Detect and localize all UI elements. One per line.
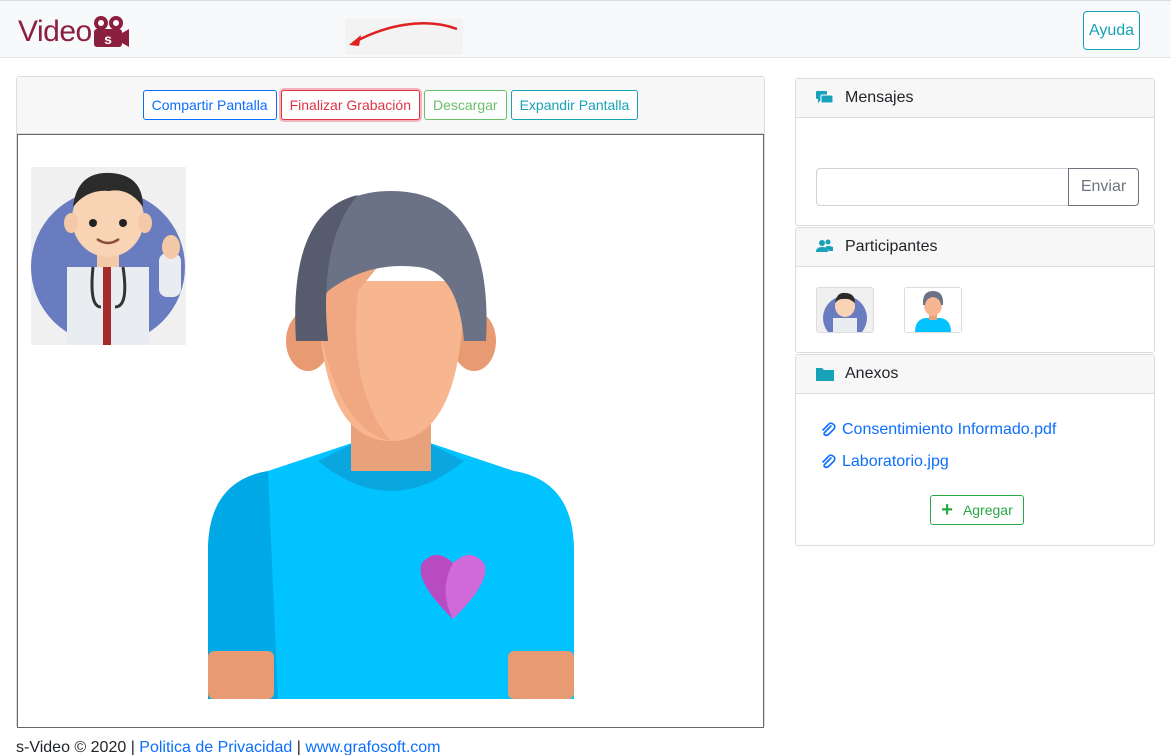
copyright-text: s-Video © 2020 bbox=[16, 739, 127, 755]
folder-icon bbox=[816, 366, 834, 382]
expand-screen-button[interactable]: Expandir Pantalla bbox=[510, 90, 639, 120]
attachments-panel: Anexos Consentimiento Informado.pdf Labo… bbox=[795, 354, 1155, 546]
paperclip-icon bbox=[820, 422, 836, 438]
users-icon bbox=[816, 239, 834, 255]
add-attachment-button[interactable]: + Agregar bbox=[930, 495, 1024, 525]
brand-text: Video bbox=[18, 15, 92, 48]
attachment-name: Laboratorio.jpg bbox=[842, 453, 949, 470]
doctor-avatar-icon bbox=[817, 288, 873, 332]
video-toolbar: Compartir Pantalla Finalizar Grabación D… bbox=[17, 77, 764, 134]
video-camera-icon: s bbox=[93, 16, 129, 47]
participants-header: Participantes bbox=[796, 228, 1154, 267]
paperclip-icon bbox=[820, 454, 836, 470]
message-compose: Enviar bbox=[816, 168, 1139, 206]
privacy-policy-link[interactable]: Politica de Privacidad bbox=[139, 739, 292, 755]
send-button[interactable]: Enviar bbox=[1068, 168, 1139, 206]
page-footer: s-Video © 2020 | Politica de Privacidad … bbox=[16, 739, 440, 755]
remote-video[interactable] bbox=[17, 134, 764, 728]
participants-title: Participantes bbox=[845, 238, 938, 255]
participants-list bbox=[816, 287, 962, 333]
brand-badge: s bbox=[104, 31, 112, 47]
brand-logo[interactable]: Video s bbox=[18, 14, 130, 50]
stop-recording-button[interactable]: Finalizar Grabación bbox=[280, 90, 420, 120]
attachments-header: Anexos bbox=[796, 355, 1154, 394]
website-link[interactable]: www.grafosoft.com bbox=[305, 739, 440, 755]
attachments-title: Anexos bbox=[845, 365, 899, 382]
messages-title: Mensajes bbox=[845, 89, 914, 106]
footer-separator: | bbox=[130, 739, 135, 755]
share-screen-button[interactable]: Compartir Pantalla bbox=[142, 90, 277, 120]
patient-avatar-icon bbox=[905, 288, 961, 332]
participants-panel: Participantes bbox=[795, 227, 1155, 353]
plus-icon: + bbox=[941, 499, 953, 521]
patient-avatar bbox=[208, 191, 574, 699]
pointer-arrow-icon bbox=[345, 19, 463, 55]
add-attachment-label: Agregar bbox=[962, 502, 1013, 518]
download-button[interactable]: Descargar bbox=[423, 90, 507, 120]
messages-header: Mensajes bbox=[796, 79, 1154, 118]
help-button[interactable]: Ayuda bbox=[1083, 11, 1140, 50]
attachment-name: Consentimiento Informado.pdf bbox=[842, 421, 1057, 438]
local-video-doctor[interactable] bbox=[31, 167, 186, 345]
top-navbar: Video s Ayuda bbox=[0, 0, 1171, 58]
footer-separator: | bbox=[296, 739, 301, 755]
participant-thumb-doctor[interactable] bbox=[816, 287, 874, 333]
attachment-link-consent[interactable]: Consentimiento Informado.pdf bbox=[820, 421, 1056, 439]
chat-icon bbox=[816, 90, 834, 106]
participant-thumb-patient[interactable] bbox=[904, 287, 962, 333]
attachment-link-lab[interactable]: Laboratorio.jpg bbox=[820, 453, 949, 471]
messages-panel: Mensajes Enviar bbox=[795, 78, 1155, 226]
message-input[interactable] bbox=[816, 168, 1068, 206]
video-card: Compartir Pantalla Finalizar Grabación D… bbox=[16, 76, 765, 728]
